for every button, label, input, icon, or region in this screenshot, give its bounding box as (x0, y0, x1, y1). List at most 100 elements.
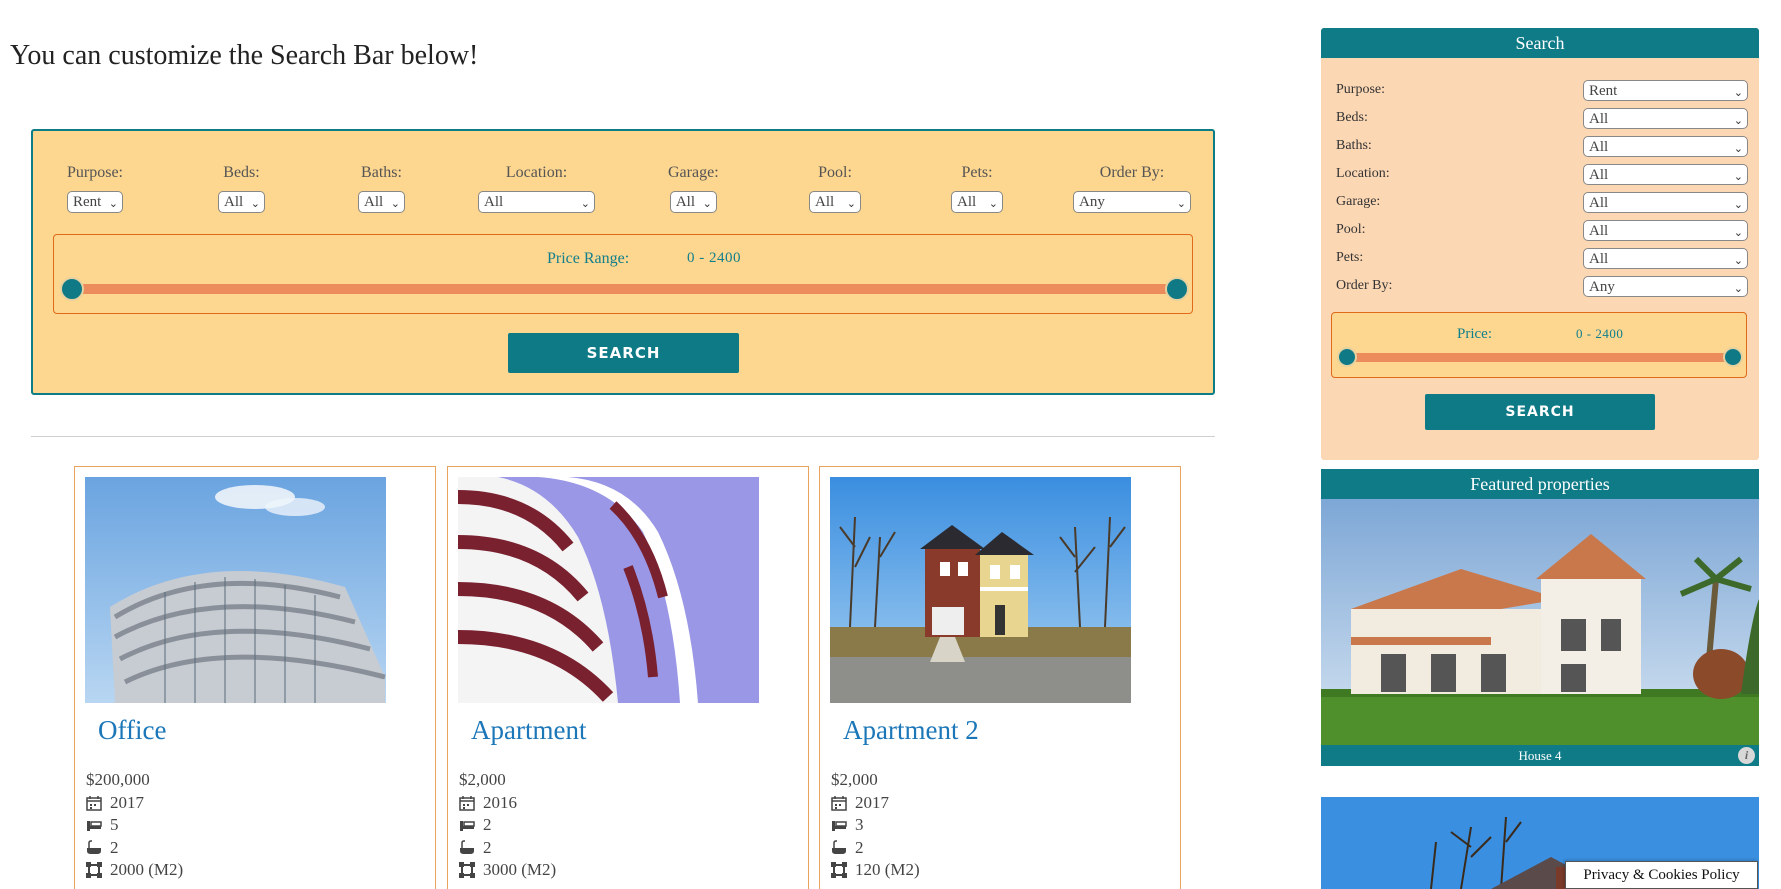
sidebar-location-select[interactable]: All ⌄ (1583, 164, 1748, 185)
purpose-select[interactable]: Rent ⌄ (67, 191, 123, 213)
sidebar-location-field: Location: All ⌄ (1336, 164, 1748, 186)
property-info: $200,000 2017 5 2 2000 (M2) (86, 769, 183, 882)
pets-select[interactable]: All ⌄ (951, 191, 1003, 213)
chevron-down-icon: ⌄ (1733, 171, 1743, 183)
chevron-down-icon: ⌄ (108, 198, 118, 210)
sidebar-order-by-label: Order By: (1336, 278, 1393, 293)
area-icon (459, 862, 475, 879)
bath-icon (831, 840, 847, 856)
sidebar-pets-field: Pets: All ⌄ (1336, 248, 1748, 270)
sidebar-purpose-label: Purpose: (1336, 82, 1385, 97)
purpose-field: Purpose: Rent ⌄ (67, 164, 123, 213)
bed-icon (459, 817, 475, 833)
pets-field: Pets: All ⌄ (951, 164, 1003, 213)
pets-label: Pets: (961, 164, 993, 181)
calendar-icon (831, 795, 847, 811)
beds-select[interactable]: All ⌄ (218, 191, 265, 213)
property-baths: 2 (483, 837, 492, 857)
order-by-select[interactable]: Any ⌄ (1073, 191, 1191, 213)
featured-property-caption: House 4 i (1321, 745, 1759, 766)
order-by-label: Order By: (1099, 164, 1165, 181)
calendar-icon (86, 795, 102, 811)
price-range-slider[interactable] (60, 277, 1189, 301)
sidebar-pets-select[interactable]: All ⌄ (1583, 248, 1748, 269)
sidebar-beds-select[interactable]: All ⌄ (1583, 108, 1748, 129)
chevron-down-icon: ⌄ (988, 198, 998, 210)
chevron-down-icon: ⌄ (1733, 255, 1743, 267)
pool-field: Pool: All ⌄ (809, 164, 861, 213)
sidebar-price-value: 0 - 2400 (1576, 326, 1624, 341)
search-bar: Purpose: Rent ⌄ Beds: All ⌄ Baths: All ⌄ Lo… (31, 129, 1215, 395)
search-button[interactable]: SEARCH (508, 333, 739, 373)
property-price: $2,000 (831, 770, 878, 789)
sidebar-price-slider[interactable] (1337, 347, 1743, 367)
featured-properties-widget: Featured properties House 4 i (1321, 469, 1759, 766)
area-icon (86, 862, 102, 879)
sidebar-search-button[interactable]: SEARCH (1425, 394, 1655, 430)
property-card[interactable]: Office $200,000 2017 5 2 2000 (M2) (74, 466, 436, 889)
chevron-down-icon: ⌄ (1733, 283, 1743, 295)
garage-select[interactable]: All ⌄ (669, 191, 717, 213)
property-card[interactable]: Apartment 2 $2,000 2017 3 2 120 (M2) (819, 466, 1181, 889)
sidebar-garage-field: Garage: All ⌄ (1336, 192, 1748, 214)
property-year: 2016 (483, 792, 517, 812)
location-field: Location: All ⌄ (478, 164, 595, 213)
sidebar-baths-field: Baths: All ⌄ (1336, 136, 1748, 158)
property-image[interactable] (458, 477, 759, 703)
sidebar-pool-select[interactable]: All ⌄ (1583, 220, 1748, 241)
property-image[interactable] (85, 477, 386, 703)
chevron-down-icon: ⌄ (1176, 198, 1186, 210)
privacy-cookies-policy-button[interactable]: Privacy & Cookies Policy (1565, 861, 1758, 889)
sidebar-pool-field: Pool: All ⌄ (1336, 220, 1748, 242)
property-beds: 5 (110, 815, 119, 834)
beds-field: Beds: All ⌄ (218, 164, 265, 213)
chevron-down-icon: ⌄ (1733, 115, 1743, 127)
baths-select[interactable]: All ⌄ (358, 191, 405, 213)
sidebar-order-by-field: Order By: Any ⌄ (1336, 276, 1748, 298)
pool-select[interactable]: All ⌄ (809, 191, 861, 213)
property-baths: 2 (110, 837, 119, 857)
sidebar-order-by-select[interactable]: Any ⌄ (1583, 276, 1748, 297)
sidebar-price-panel: Price: 0 - 2400 (1331, 312, 1747, 378)
sidebar-pets-label: Pets: (1336, 250, 1364, 265)
chevron-down-icon: ⌄ (1733, 227, 1743, 239)
property-image[interactable] (830, 477, 1131, 703)
property-card[interactable]: Apartment $2,000 2016 2 2 3000 (M2) (447, 466, 809, 889)
location-select[interactable]: All ⌄ (478, 191, 595, 213)
sidebar-baths-select[interactable]: All ⌄ (1583, 136, 1748, 157)
property-info: $2,000 2016 2 2 3000 (M2) (459, 769, 556, 882)
page-heading: You can customize the Search Bar below! (10, 40, 479, 71)
property-price: $200,000 (86, 770, 150, 789)
sidebar-garage-label: Garage: (1336, 194, 1381, 209)
property-title[interactable]: Apartment (471, 715, 586, 746)
property-title[interactable]: Apartment 2 (843, 715, 979, 746)
calendar-icon (459, 795, 475, 811)
chevron-down-icon: ⌄ (1733, 199, 1743, 211)
search-fields: Purpose: Rent ⌄ Beds: All ⌄ Baths: All ⌄ Lo… (33, 164, 1213, 224)
property-area: 2000 (M2) (110, 860, 184, 879)
sidebar-price-label: Price: (1457, 326, 1492, 342)
bath-icon (459, 840, 475, 856)
price-max-handle[interactable] (1165, 277, 1189, 301)
info-icon[interactable]: i (1738, 747, 1755, 764)
sidebar-price-max-handle[interactable] (1723, 347, 1743, 367)
sidebar-beds-field: Beds: All ⌄ (1336, 108, 1748, 130)
location-label: Location: (505, 164, 568, 181)
property-title[interactable]: Office (98, 715, 166, 746)
sidebar-purpose-select[interactable]: Rent ⌄ (1583, 80, 1748, 101)
property-area: 3000 (M2) (483, 860, 557, 879)
sidebar-garage-select[interactable]: All ⌄ (1583, 192, 1748, 213)
sidebar-price-min-handle[interactable] (1337, 347, 1357, 367)
sidebar-location-label: Location: (1336, 166, 1390, 181)
featured-properties-title: Featured properties (1321, 469, 1759, 499)
order-by-field: Order By: Any ⌄ (1073, 164, 1191, 213)
bath-icon (86, 840, 102, 856)
chevron-down-icon: ⌄ (580, 198, 590, 210)
property-price: $2,000 (459, 770, 506, 789)
chevron-down-icon: ⌄ (390, 198, 400, 210)
featured-property-image[interactable] (1321, 499, 1759, 745)
property-year: 2017 (110, 792, 144, 812)
price-min-handle[interactable] (60, 277, 84, 301)
area-icon (831, 862, 847, 879)
chevron-down-icon: ⌄ (1733, 143, 1743, 155)
